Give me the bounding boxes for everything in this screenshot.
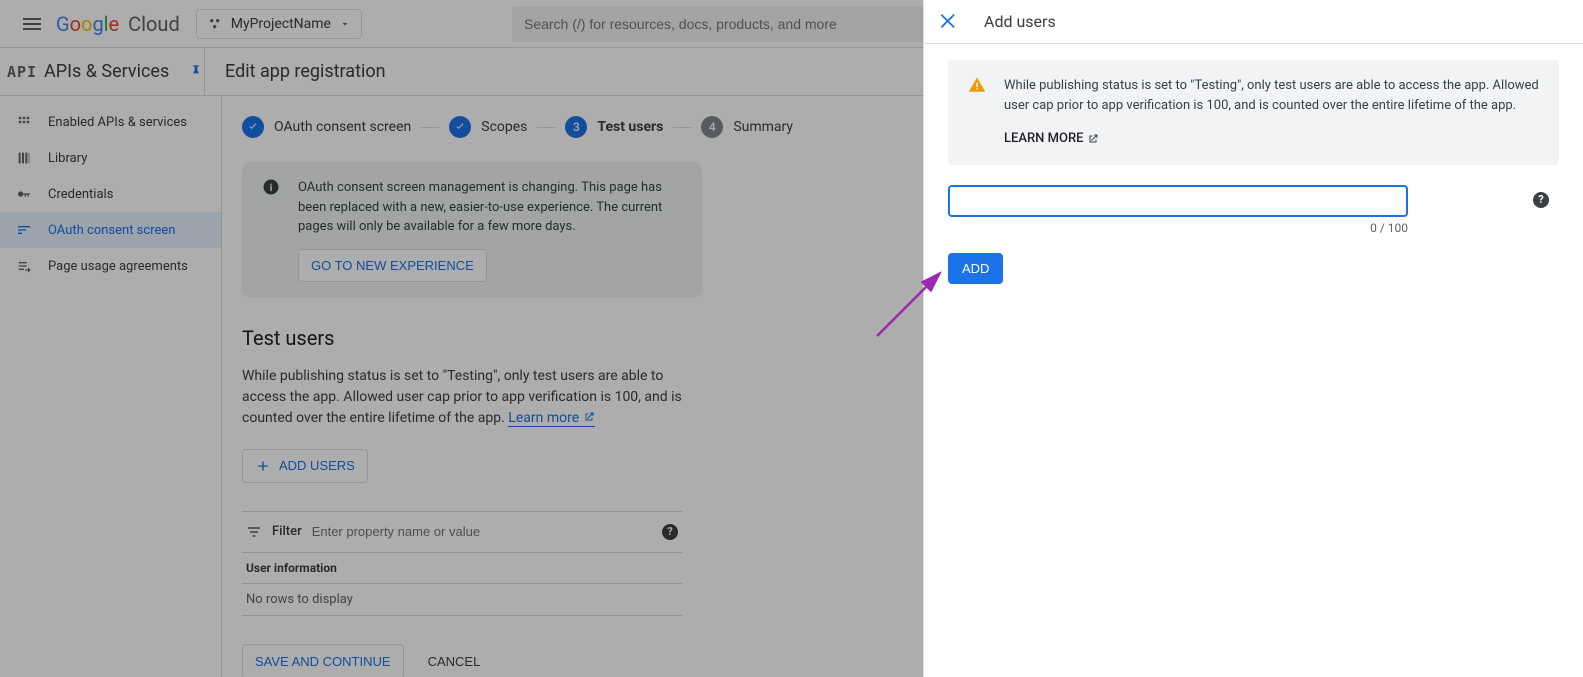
external-link-icon <box>1087 133 1099 145</box>
add-users-input[interactable] <box>948 185 1408 217</box>
panel-title: Add users <box>984 12 1056 31</box>
help-icon[interactable]: ? <box>1533 192 1549 208</box>
panel-learn-more-link[interactable]: LEARN MORE <box>1004 129 1099 149</box>
panel-add-button[interactable]: ADD <box>948 253 1003 284</box>
panel-warning-text: While publishing status is set to "Testi… <box>1004 76 1539 115</box>
input-counter: 0 / 100 <box>948 221 1408 235</box>
add-users-panel: Add users While publishing status is set… <box>923 0 1583 677</box>
panel-warning: While publishing status is set to "Testi… <box>948 60 1559 165</box>
close-icon[interactable] <box>938 10 962 34</box>
warning-icon <box>968 76 986 149</box>
